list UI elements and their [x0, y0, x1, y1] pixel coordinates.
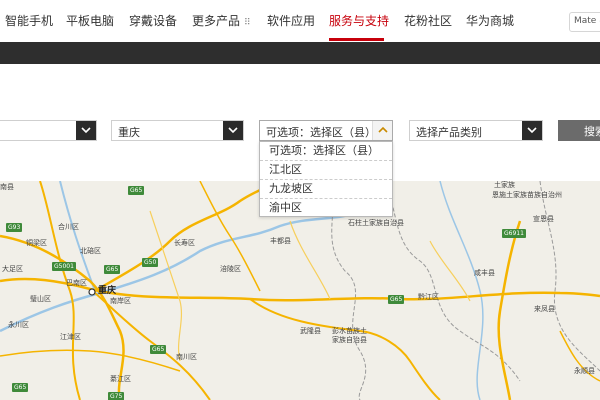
- map-label: 黔江区: [418, 293, 439, 301]
- map-label: 彭水苗族土家族自治县: [332, 327, 367, 344]
- highway-shield: G75: [108, 392, 125, 400]
- map-label: 永川区: [8, 321, 29, 329]
- nav-item-more-products[interactable]: 更多产品 ⠿: [192, 13, 251, 31]
- map-label: 丰都县: [270, 237, 291, 245]
- nav-item-tablets[interactable]: 平板电脑: [66, 13, 114, 29]
- product-category-select-value: 选择产品类别: [416, 126, 482, 139]
- highway-shield: G50: [142, 258, 159, 267]
- district-select[interactable]: 可选项：选择区（县）: [259, 120, 393, 141]
- map-label: 合川区: [58, 223, 79, 231]
- nav-item-wearables[interactable]: 穿戴设备: [129, 13, 177, 29]
- highway-shield: G5001: [52, 262, 76, 271]
- search-button[interactable]: 搜索: [558, 120, 600, 141]
- highway-shield: G6911: [502, 229, 526, 238]
- map-city-label: 重庆: [98, 286, 117, 296]
- product-category-select[interactable]: 选择产品类别: [409, 120, 543, 141]
- chevron-down-icon[interactable]: [223, 121, 243, 140]
- map-label: 武隆县: [300, 327, 321, 335]
- highway-shield: G65: [150, 345, 167, 354]
- nav-item-community[interactable]: 花粉社区: [404, 13, 452, 29]
- map-label: 巴南区: [66, 279, 87, 287]
- map-label: 铜梁区: [26, 239, 47, 247]
- map-label: 宣恩县: [533, 215, 554, 223]
- district-select-value: 可选项：选择区（县）: [266, 126, 376, 139]
- active-tab-underline: [329, 38, 384, 41]
- secondary-nav-bar: [0, 42, 600, 64]
- highway-shield: G93: [6, 223, 23, 232]
- nav-item-service-support[interactable]: 服务与支持: [329, 13, 389, 29]
- site-search-input[interactable]: Mate 8: [569, 12, 600, 32]
- city-select[interactable]: 重庆: [111, 120, 244, 141]
- nav-item-more-products-label: 更多产品: [192, 14, 241, 28]
- map-label: 永顺县: [574, 367, 595, 375]
- nav-item-vmall[interactable]: 华为商城: [466, 13, 514, 29]
- chevron-down-icon[interactable]: [76, 121, 96, 140]
- map-label: 南岸区: [110, 297, 131, 305]
- grid-icon: ⠿: [244, 18, 251, 28]
- highway-shield: G65: [388, 295, 405, 304]
- map-label: 咸丰县: [474, 269, 495, 277]
- map-label: 来凤县: [534, 305, 555, 313]
- chevron-up-icon[interactable]: [372, 121, 392, 140]
- map-label: 大足区: [2, 265, 23, 273]
- chevron-down-icon[interactable]: [522, 121, 542, 140]
- city-select-value: 重庆: [118, 126, 140, 139]
- nav-item-smartphones[interactable]: 智能手机: [5, 13, 53, 29]
- highway-shield: G65: [12, 383, 29, 392]
- map-label: 石柱土家族自治县: [348, 219, 404, 227]
- dropdown-option-jiulongpo[interactable]: 九龙坡区: [260, 180, 392, 199]
- district-dropdown-list: 可选项：选择区（县） 江北区 九龙坡区 渝中区: [259, 141, 393, 217]
- highway-shield: G65: [104, 265, 121, 274]
- nav-item-software[interactable]: 软件应用: [267, 13, 315, 29]
- dropdown-option-placeholder[interactable]: 可选项：选择区（县）: [260, 142, 392, 161]
- dropdown-option-yuzhong[interactable]: 渝中区: [260, 199, 392, 218]
- map-label: 江津区: [60, 333, 81, 341]
- map-label: 涪陵区: [220, 265, 241, 273]
- province-select[interactable]: [0, 120, 97, 141]
- map-label: 长寿区: [174, 239, 195, 247]
- highway-shield: G65: [128, 186, 145, 195]
- map-label: 北碚区: [80, 247, 101, 255]
- map-label: 恩施土家族苗族自治州: [492, 191, 562, 199]
- map-label: 璧山区: [30, 295, 51, 303]
- map-label: 土家族: [494, 181, 515, 189]
- top-navigation: 智能手机 平板电脑 穿戴设备 更多产品 ⠿ 软件应用 服务与支持 花粉社区 华为商…: [0, 0, 600, 42]
- map-label: 綦江区: [110, 375, 131, 383]
- map-label: 南县: [0, 183, 14, 191]
- dropdown-option-jiangbei[interactable]: 江北区: [260, 161, 392, 180]
- map-label: 南川区: [176, 353, 197, 361]
